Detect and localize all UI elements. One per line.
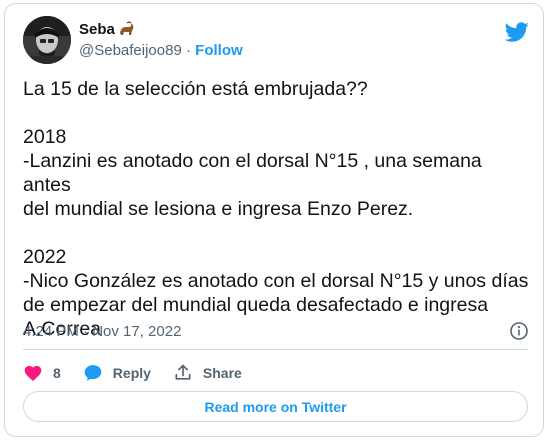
tweet-meta: 4:24 PM · Nov 17, 2022 [23,321,529,343]
tweet-line: -Lanzini es anotado con el dorsal N°15 ,… [23,150,482,196]
read-more-button[interactable]: Read more on Twitter [23,391,528,422]
profile-photo [23,16,71,64]
timestamp-link[interactable]: 4:24 PM · Nov 17, 2022 [23,323,181,340]
tweet-line: del mundial se lesiona e ingresa Enzo Pe… [23,198,414,220]
handle-separator: · [181,42,196,59]
follow-link[interactable]: Follow [195,42,243,59]
tweet-line: La 15 de la selección está embrujada?? [23,78,368,100]
reply-button[interactable]: Reply [83,363,151,383]
heart-icon [24,365,42,381]
author-identity: Seba @Sebafeijoo89 · Follow [79,19,243,61]
share-label: Share [202,365,242,381]
like-button[interactable]: 8 [23,363,61,383]
tweet-line: -Nico González es anotado con el dorsal … [23,270,529,292]
tweet-card: Seba @Sebafeijoo89 · Follow La 15 de la … [4,3,544,437]
share-button[interactable]: Share [173,363,242,383]
tweet-actions: 8 Reply Share [23,360,264,386]
like-count: 8 [53,365,61,381]
info-icon[interactable] [509,321,529,341]
author-handle[interactable]: @Sebafeijoo89 [79,42,182,59]
avatar[interactable] [23,16,71,64]
author-name[interactable]: Seba [79,21,115,38]
tweet-text: La 15 de la selección está embrujada?? 2… [23,77,533,341]
divider [23,349,528,350]
reply-bubble-icon [84,365,102,381]
tweet-year: 2018 [23,126,67,148]
reply-label: Reply [112,365,151,381]
tweet-header: Seba @Sebafeijoo89 · Follow [23,16,529,66]
goat-emoji [118,21,135,38]
twitter-bird-icon[interactable] [505,20,529,44]
tweet-year: 2022 [23,246,67,268]
tweet-line: de empezar del mundial queda desafectado… [23,294,489,316]
share-upload-icon [175,364,191,380]
